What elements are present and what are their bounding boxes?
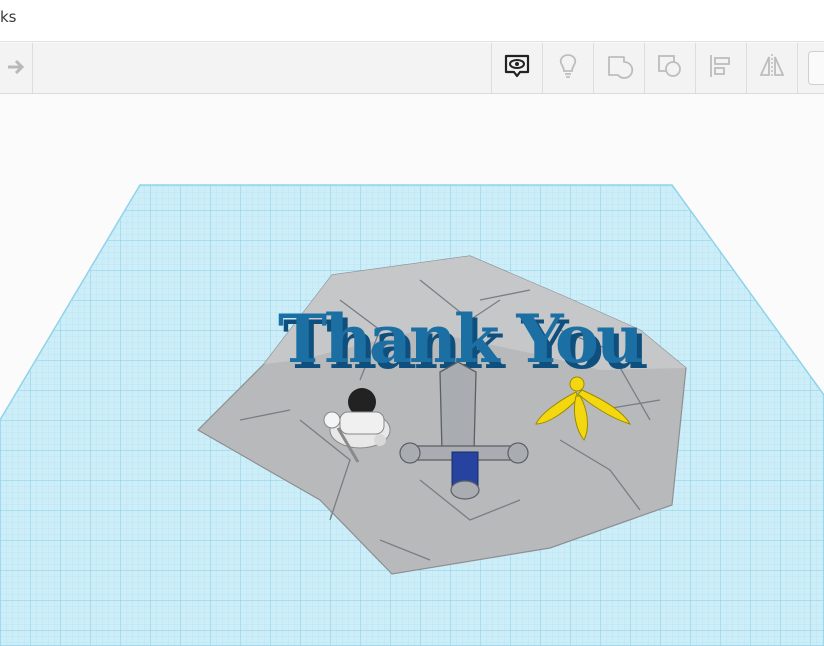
mirror-button[interactable] xyxy=(746,43,797,93)
group-icon xyxy=(604,51,634,86)
ungroup-button[interactable] xyxy=(644,43,695,93)
align-button[interactable] xyxy=(695,43,746,93)
mirror-icon xyxy=(757,51,787,86)
edge-button[interactable] xyxy=(808,51,824,85)
toolbar-overflow xyxy=(797,43,824,93)
notes-eye-icon xyxy=(502,51,532,86)
hint-button[interactable] xyxy=(542,43,593,93)
window-title: ks xyxy=(0,8,17,26)
redo-icon xyxy=(6,58,26,79)
group-button[interactable] xyxy=(593,43,644,93)
align-icon xyxy=(706,51,736,86)
lightbulb-icon xyxy=(553,51,583,86)
3d-viewport[interactable]: Thank You Thank You xyxy=(0,95,824,646)
title-bar: ks xyxy=(0,0,824,42)
toolbar xyxy=(0,43,824,94)
redo-button[interactable] xyxy=(0,43,33,93)
ungroup-icon xyxy=(655,51,685,86)
notes-toggle-button[interactable] xyxy=(491,43,542,93)
